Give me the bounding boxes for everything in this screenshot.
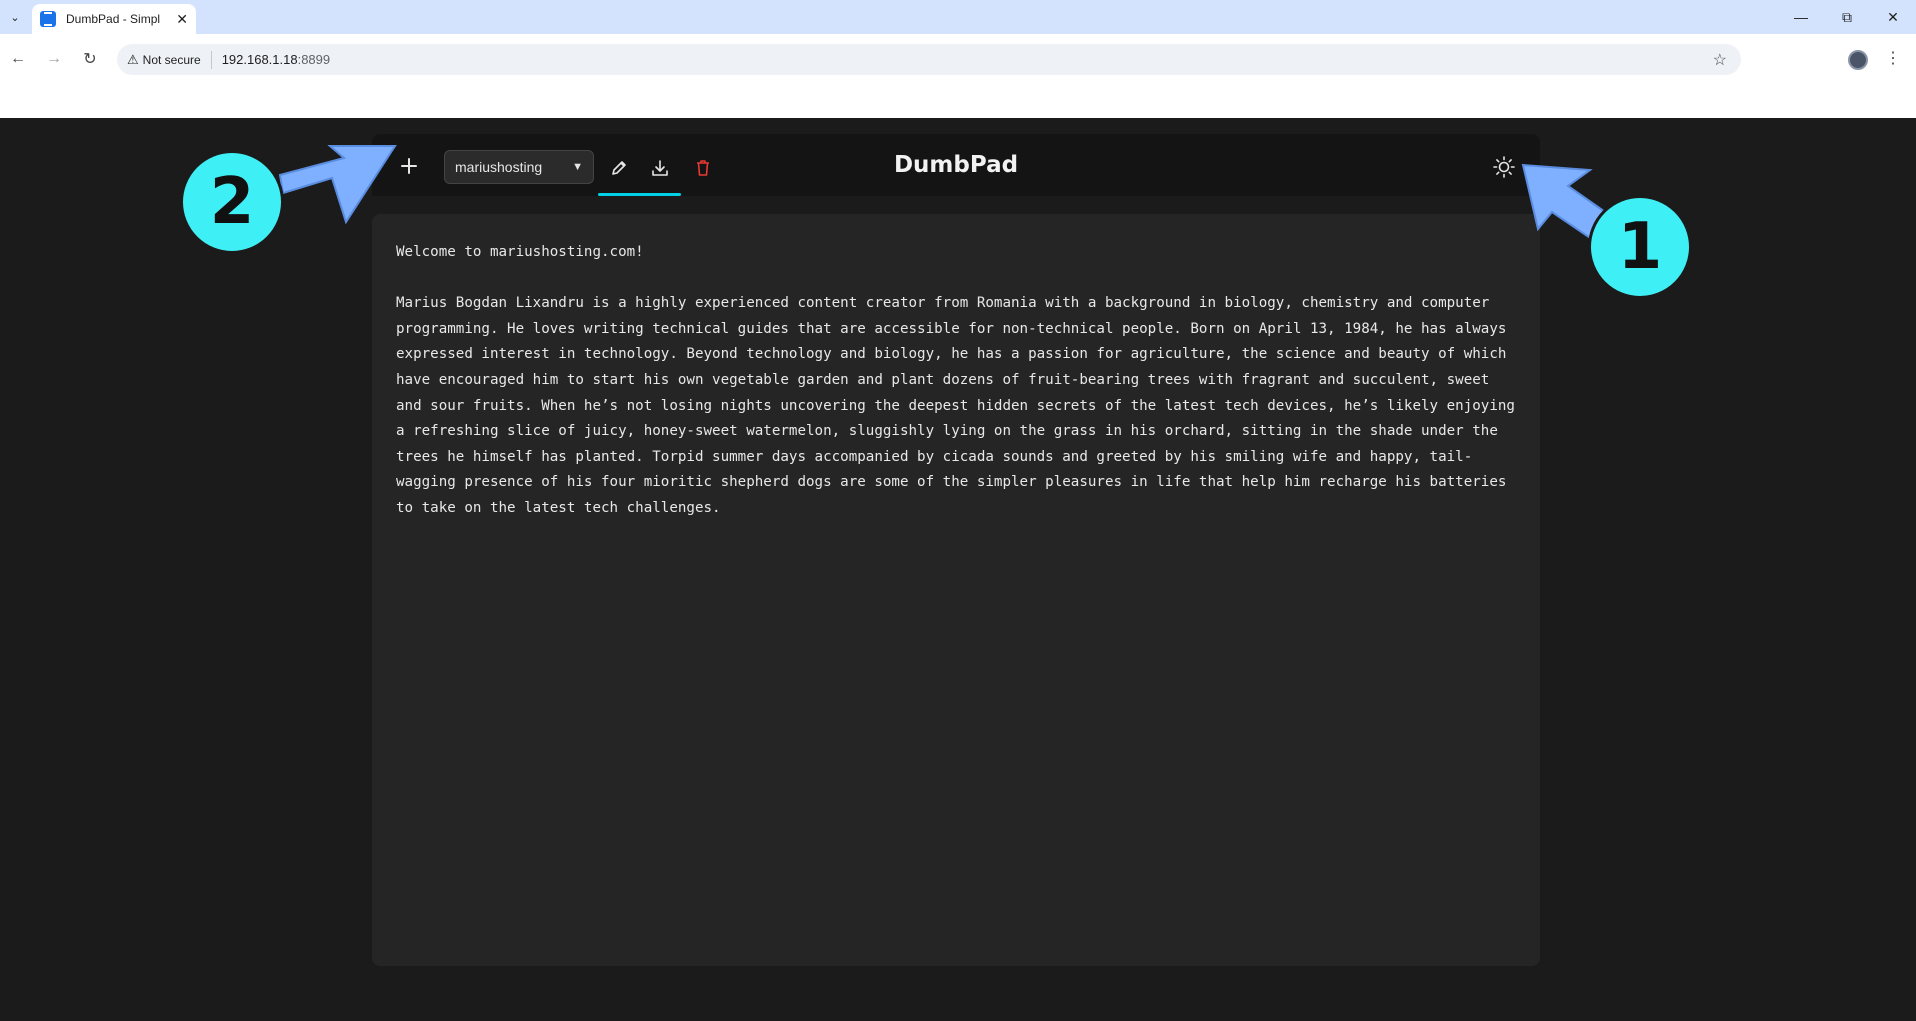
trash-icon — [697, 160, 709, 176]
restore-window-icon[interactable]: ⧉ — [1824, 6, 1870, 28]
tab-search-chevron-icon[interactable]: ⌄ — [4, 6, 26, 28]
rename-notepad-button[interactable] — [606, 155, 632, 181]
app-title: DumbPad — [893, 152, 1019, 178]
browser-menu-icon[interactable]: ⋮ — [1885, 48, 1901, 68]
notepad-select[interactable]: mariushosting ▼ — [444, 150, 594, 184]
active-indicator — [598, 193, 681, 196]
url-port: :8899 — [297, 52, 331, 67]
theme-toggle-button[interactable] — [1490, 153, 1518, 181]
new-notepad-button[interactable] — [396, 153, 422, 179]
browser-tab[interactable]: DumbPad - Simpl ✕ — [32, 4, 196, 34]
annotation-badge-2: 2 — [180, 150, 284, 254]
back-arrow-icon[interactable]: ← — [7, 48, 29, 70]
notepad-select-value: mariushosting — [455, 159, 543, 175]
security-label[interactable]: Not secure — [143, 50, 212, 69]
delete-notepad-button[interactable] — [690, 155, 716, 181]
url-text[interactable]: 192.168.1.18:8899 — [222, 52, 330, 67]
reload-icon[interactable]: ↻ — [79, 48, 101, 70]
browser-tab-strip: ⌄ DumbPad - Simpl ✕ — ⧉ ✕ — [0, 0, 1916, 34]
download-notepad-button[interactable] — [647, 155, 673, 181]
close-window-icon[interactable]: ✕ — [1870, 6, 1916, 28]
tab-title: DumbPad - Simpl — [66, 12, 161, 26]
chevron-down-icon: ▼ — [572, 161, 583, 173]
sun-icon — [1493, 156, 1515, 178]
notepad-content[interactable]: Welcome to mariushosting.com! Marius Bog… — [396, 240, 1516, 522]
profile-avatar[interactable] — [1848, 50, 1868, 70]
download-icon — [652, 160, 668, 176]
dumbpad-favicon-icon — [40, 11, 56, 27]
url-host: 192.168.1.18 — [221, 52, 298, 67]
tab-close-icon[interactable]: ✕ — [176, 11, 188, 28]
warning-triangle-icon[interactable]: ⚠ — [127, 52, 139, 68]
bookmark-star-icon[interactable]: ☆ — [1713, 50, 1727, 70]
plus-icon — [401, 158, 417, 174]
annotation-badge-1: 1 — [1588, 195, 1692, 299]
pencil-icon — [612, 161, 626, 175]
address-bar[interactable]: ⚠ Not secure 192.168.1.18:8899 ☆ — [117, 44, 1741, 75]
minimize-window-icon[interactable]: — — [1778, 6, 1824, 28]
notepad-editor[interactable]: Welcome to mariushosting.com! Marius Bog… — [372, 214, 1540, 966]
forward-arrow-icon[interactable]: → — [43, 48, 65, 70]
